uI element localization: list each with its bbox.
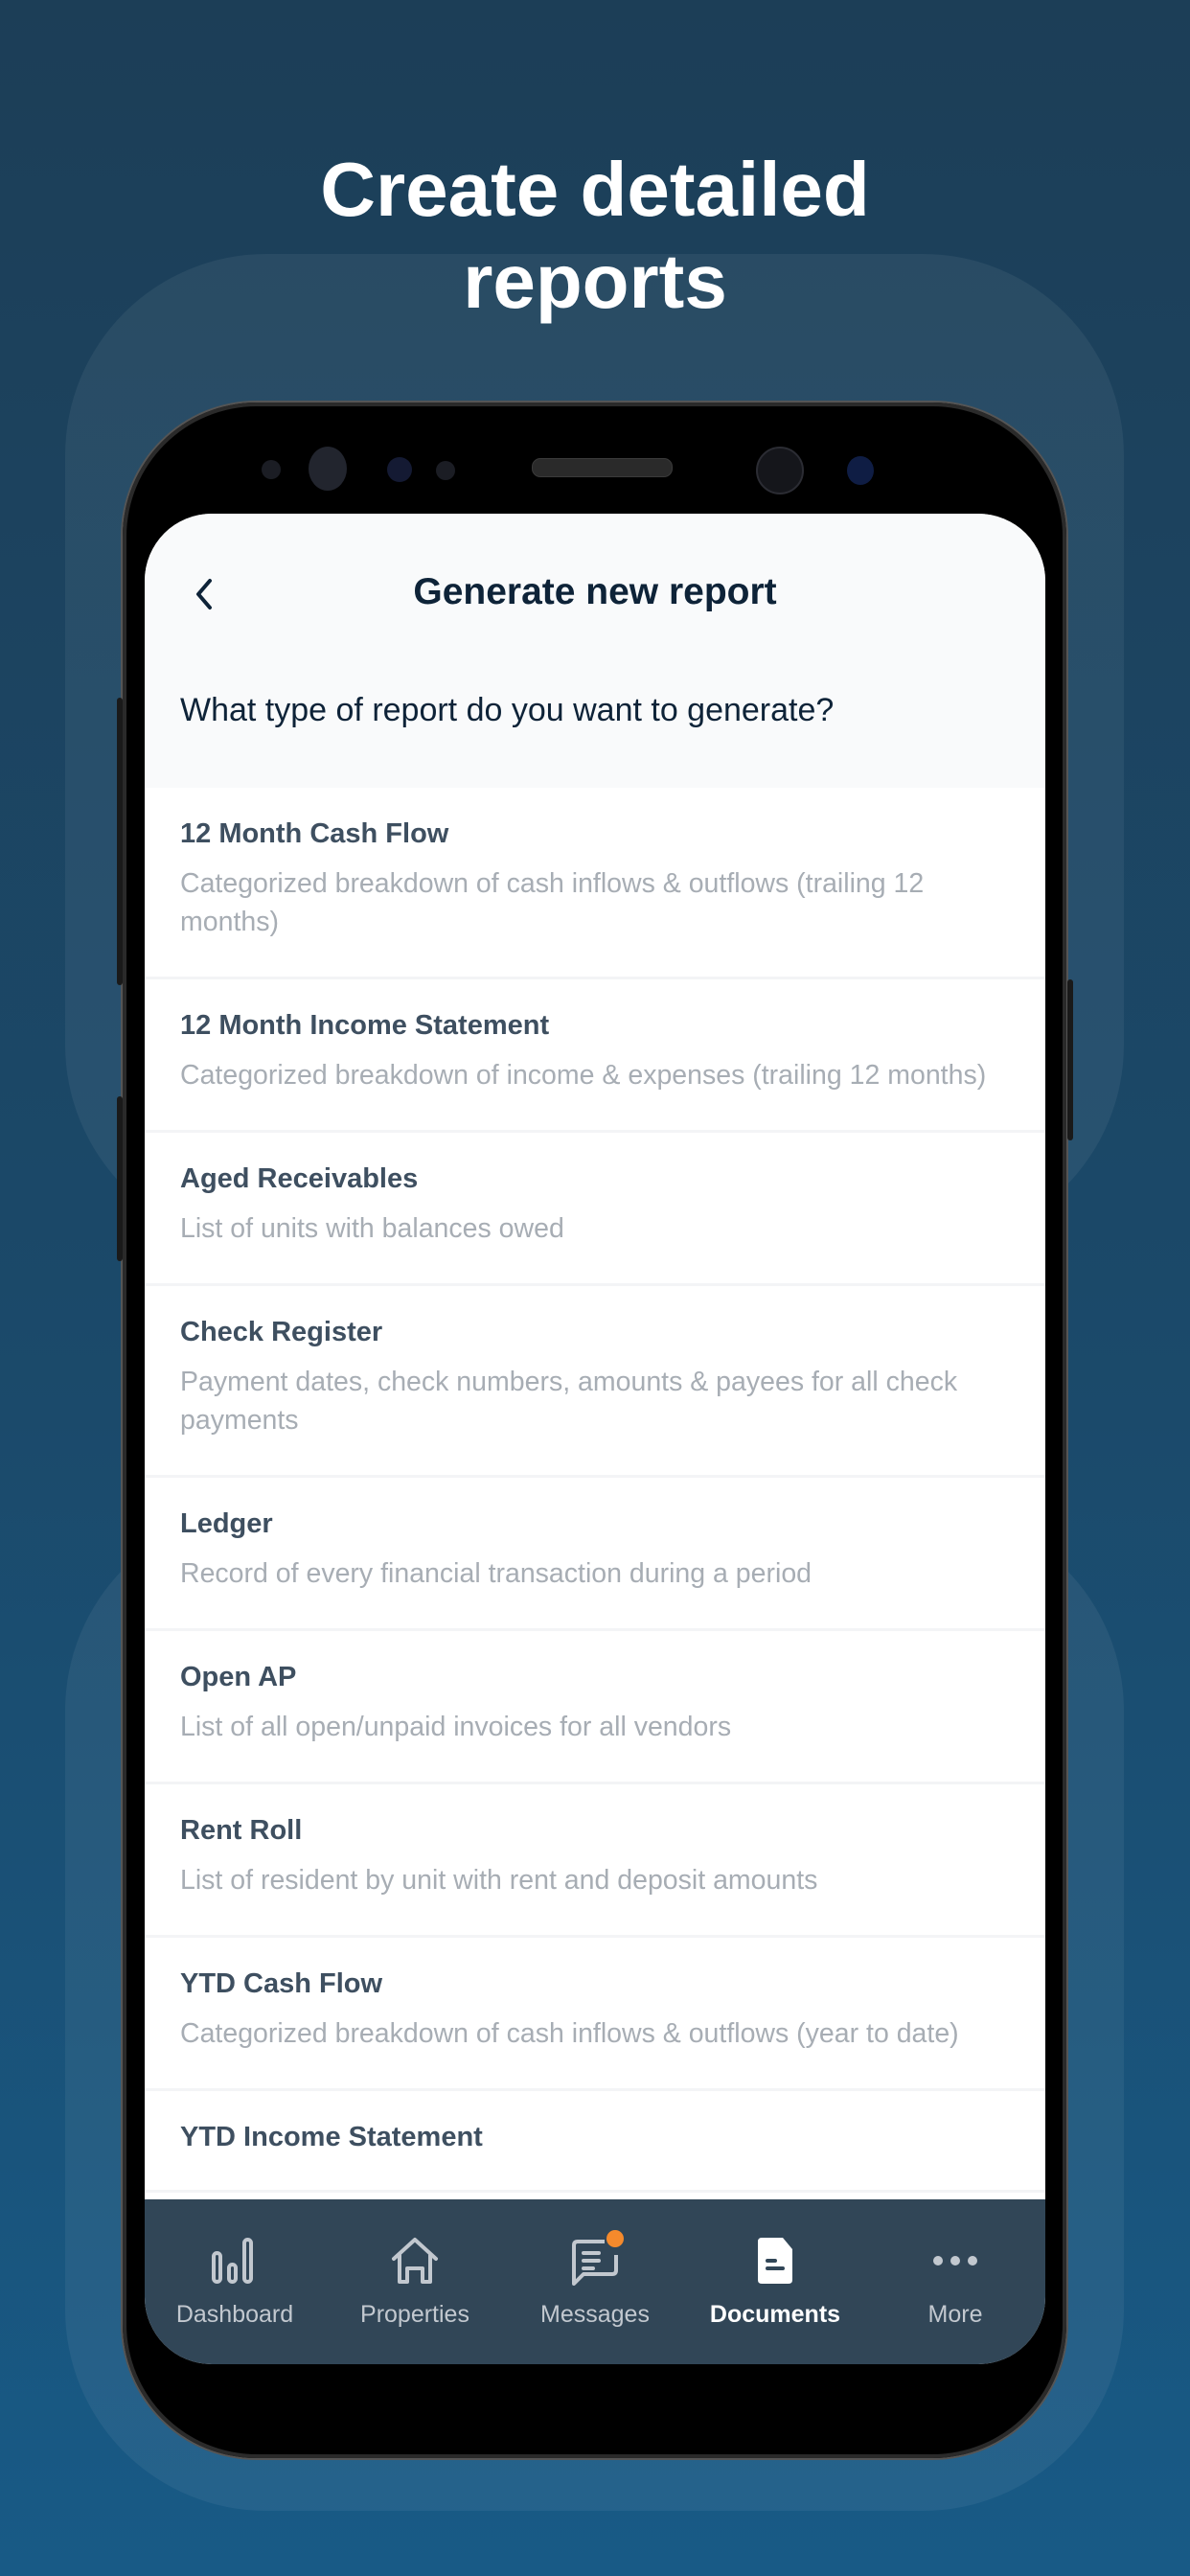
speaker-grille: [532, 458, 673, 477]
tab-more[interactable]: More: [865, 2199, 1045, 2364]
report-title: YTD Income Statement: [180, 2122, 483, 2152]
sensor: [262, 460, 281, 479]
bottom-nav: Dashboard Properties Messages Documents …: [145, 2199, 1045, 2364]
document-icon: [758, 2238, 792, 2284]
chart-icon: [212, 2238, 253, 2284]
sensor: [436, 461, 455, 480]
report-title: 12 Month Cash Flow: [180, 818, 449, 849]
home-icon: [392, 2238, 438, 2284]
question-text: What type of report do you want to gener…: [180, 692, 835, 728]
report-description: Payment dates, check numbers, amounts & …: [180, 1367, 958, 1436]
tab-documents[interactable]: Documents: [685, 2199, 865, 2364]
report-option[interactable]: YTD Income Statement: [145, 2091, 1045, 2193]
page-title: Generate new report: [413, 571, 777, 612]
report-title: Aged Receivables: [180, 1163, 419, 1194]
header: Generate new report What type of report …: [145, 514, 1045, 788]
tab-label: Properties: [360, 2301, 469, 2328]
report-title: Ledger: [180, 1508, 273, 1539]
tab-label: Documents: [709, 2301, 841, 2328]
unread-badge: [606, 2230, 624, 2247]
report-option[interactable]: Aged Receivables List of units with balan…: [145, 1133, 1045, 1286]
tab-label: Dashboard: [175, 2301, 294, 2328]
tab-label: More: [927, 2301, 983, 2328]
report-option[interactable]: Ledger Record of every financial transact…: [145, 1478, 1045, 1631]
tab-label: Messages: [540, 2301, 650, 2328]
report-title: 12 Month Income Statement: [180, 1010, 550, 1041]
app-screen: Generate new report What type of report …: [145, 514, 1045, 2364]
report-title: Rent Roll: [180, 1815, 303, 1846]
tab-messages[interactable]: Messages: [505, 2199, 685, 2364]
headline: Create detailed reports: [320, 147, 870, 324]
report-description: List of all open/unpaid invoices for all…: [180, 1712, 732, 1742]
report-option[interactable]: 12 Month Income Statement Categorized bre…: [145, 979, 1045, 1133]
report-description: List of units with balances owed: [180, 1213, 564, 1244]
report-option[interactable]: YTD Cash Flow Categorized breakdown of ca…: [145, 1938, 1045, 2091]
tab-properties[interactable]: Properties: [325, 2199, 505, 2364]
report-description: Record of every financial transaction du…: [180, 1558, 812, 1589]
more-icon: [933, 2256, 977, 2266]
report-option[interactable]: Rent Roll List of resident by unit with r…: [145, 1784, 1045, 1938]
report-title: YTD Cash Flow: [180, 1968, 383, 1999]
report-option[interactable]: 12 Month Cash Flow Categorized breakdown …: [145, 788, 1045, 979]
sensor: [847, 456, 874, 485]
report-option[interactable]: Open AP List of all open/unpaid invoices …: [145, 1631, 1045, 1784]
tab-dashboard[interactable]: Dashboard: [145, 2199, 325, 2364]
phone-side-button: [1067, 979, 1073, 1140]
report-title: Open AP: [180, 1662, 297, 1692]
sensor: [387, 457, 412, 482]
phone-side-button: [117, 698, 123, 985]
report-title: Check Register: [180, 1317, 383, 1347]
report-option[interactable]: Check Register Payment dates, check numbe…: [145, 1286, 1045, 1478]
report-description: Categorized breakdown of income & expens…: [180, 1060, 987, 1091]
report-description: Categorized breakdown of cash inflows & …: [180, 2018, 959, 2049]
report-description: List of resident by unit with rent and d…: [180, 1865, 818, 1896]
sensor: [309, 447, 347, 491]
report-description: Categorized breakdown of cash inflows & …: [180, 868, 925, 937]
phone-side-button: [117, 1096, 123, 1261]
front-camera: [756, 447, 804, 494]
report-list: 12 Month Cash Flow Categorized breakdown …: [145, 788, 1045, 2193]
